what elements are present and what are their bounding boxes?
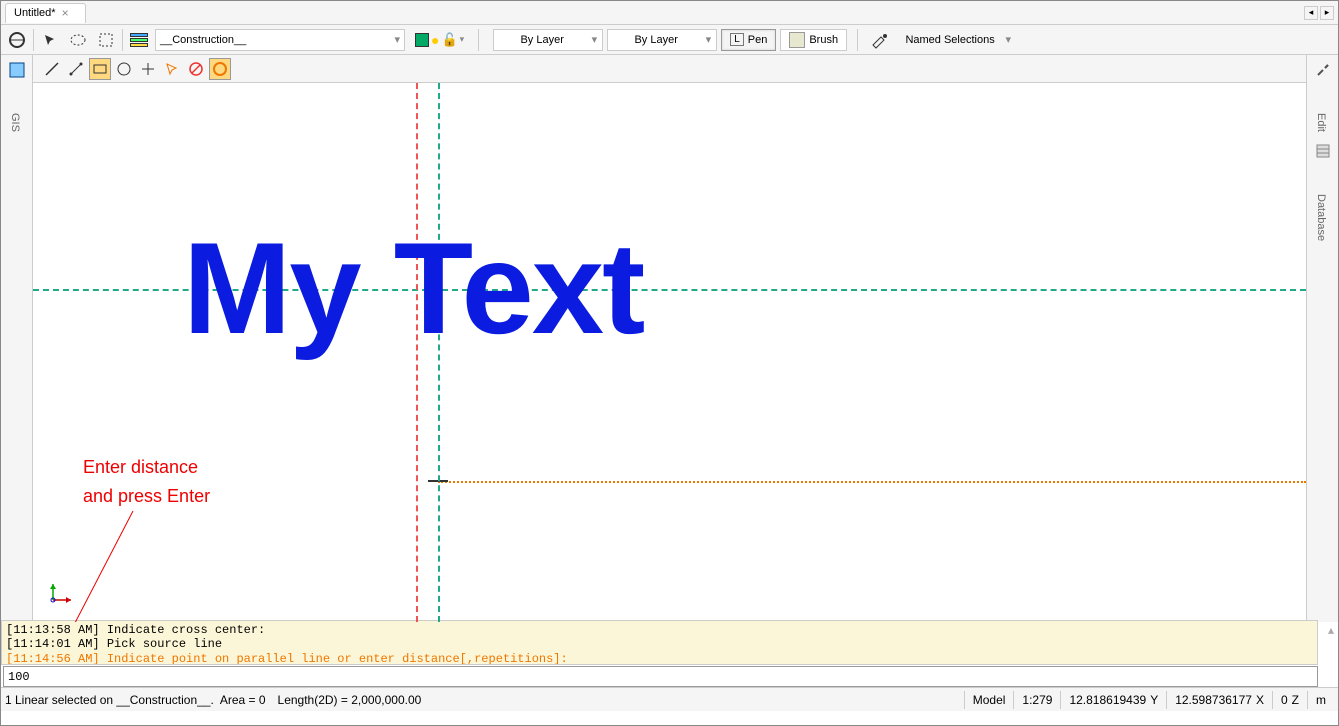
circle-tool-button[interactable] <box>113 58 135 80</box>
pointer-icon <box>43 33 57 47</box>
status-model[interactable]: Model <box>964 691 1014 709</box>
layers-button[interactable] <box>127 28 151 52</box>
cross-icon <box>140 61 156 77</box>
status-units: m <box>1307 691 1334 709</box>
fill-circle-button[interactable] <box>209 58 231 80</box>
pen-button[interactable]: L Pen <box>721 29 776 51</box>
document-tab-bar: Untitled* × ◂ ▸ <box>1 1 1338 25</box>
linestyle-dropdown[interactable]: By Layer <box>493 29 603 51</box>
line-tool-button[interactable] <box>41 58 63 80</box>
gis-panel-button[interactable] <box>6 59 28 81</box>
layer-dropdown[interactable]: __Construction__ <box>155 29 405 51</box>
main-toolbar: __Construction__ ● 🔓 ▾ By Layer By Layer… <box>1 25 1338 55</box>
log-scroll-up[interactable]: ▴ <box>1328 623 1334 637</box>
command-input-wrapper <box>3 666 1318 687</box>
gis-icon <box>8 61 26 79</box>
log-msg-1: Indicate cross center: <box>107 623 265 637</box>
right-side-panel: Edit Database <box>1306 55 1338 622</box>
status-selection: 1 Linear selected on __Construction__. <box>5 693 214 707</box>
log-time-3: [11:14:56 AM] <box>6 652 100 665</box>
layer-color-swatch[interactable] <box>415 33 429 47</box>
edit-panel-button[interactable] <box>1312 59 1334 81</box>
annotation-line1: Enter distance <box>83 453 210 482</box>
canvas-text-object[interactable]: My Text <box>183 213 643 363</box>
no-symbol-button[interactable] <box>185 58 207 80</box>
log-time-1: [11:13:58 AM] <box>6 623 100 637</box>
line-segment-icon <box>68 61 84 77</box>
command-log: [11:13:58 AM] Indicate cross center: [11… <box>1 620 1318 665</box>
brush-button[interactable]: Brush <box>780 29 847 51</box>
ellipse-dashed-icon <box>70 33 86 47</box>
rectangle-tool-button[interactable] <box>89 58 111 80</box>
no-symbol-icon <box>188 61 204 77</box>
layer-name-label: __Construction__ <box>160 34 246 46</box>
status-z-val: 0 <box>1281 693 1288 707</box>
status-scale[interactable]: 1:279 <box>1013 691 1060 709</box>
document-tab[interactable]: Untitled* × <box>5 3 86 23</box>
status-coord-x-lbl: X <box>1256 693 1264 707</box>
ring-icon <box>8 31 26 49</box>
eyedropper-button[interactable] <box>868 28 892 52</box>
log-time-2: [11:14:01 AM] <box>6 637 100 651</box>
log-msg-3: Indicate point on parallel line or enter… <box>107 652 568 665</box>
line-segment-button[interactable] <box>65 58 87 80</box>
document-tab-title: Untitled* <box>14 7 56 19</box>
named-selections-dropdown[interactable]: Named Selections <box>896 29 1016 51</box>
eyedropper-icon <box>871 33 889 47</box>
gis-panel-label[interactable]: GIS <box>1 85 29 136</box>
command-input[interactable] <box>4 670 1317 684</box>
drawing-canvas[interactable]: My Text Enter distance and press Enter <box>33 83 1306 622</box>
brush-swatch-icon <box>789 32 805 48</box>
rect-dashed-icon <box>99 33 113 47</box>
database-panel-label[interactable]: Database <box>1307 166 1335 245</box>
lock-icon[interactable]: 🔓 <box>441 32 457 48</box>
grid-icon <box>1315 143 1331 159</box>
status-z-lbl: Z <box>1292 693 1299 707</box>
status-area: Area = 0 <box>220 693 266 707</box>
cross-tool-button[interactable] <box>137 58 159 80</box>
status-length: Length(2D) = 2,000,000.00 <box>278 693 422 707</box>
lineweight-label: By Layer <box>634 34 677 46</box>
close-icon[interactable]: × <box>62 6 69 20</box>
circle-icon <box>116 61 132 77</box>
chevron-down-icon[interactable]: ▾ <box>460 34 465 45</box>
database-panel-button[interactable] <box>1312 140 1334 162</box>
pointer-tool-button[interactable] <box>38 28 62 52</box>
linestyle-label: By Layer <box>520 34 563 46</box>
tab-prev-button[interactable]: ◂ <box>1304 6 1318 20</box>
status-bar: 1 Linear selected on __Construction__. A… <box>1 687 1338 711</box>
pen-label: Pen <box>748 34 768 46</box>
draw-toolbar <box>1 55 1338 83</box>
lineweight-dropdown[interactable]: By Layer <box>607 29 717 51</box>
globe-tool-button[interactable] <box>5 28 29 52</box>
tools-icon <box>1315 62 1331 78</box>
ellipse-select-button[interactable] <box>66 28 90 52</box>
left-side-panel: GIS <box>1 55 33 622</box>
fill-circle-icon <box>212 61 228 77</box>
parallel-preview-line <box>438 481 1306 483</box>
named-selections-label: Named Selections <box>905 34 994 46</box>
rectangle-icon <box>92 61 108 77</box>
edit-panel-label[interactable]: Edit <box>1307 85 1335 136</box>
pen-prefix: L <box>730 33 744 46</box>
tab-next-button[interactable]: ▸ <box>1320 6 1334 20</box>
cursor-measure-button[interactable] <box>161 58 183 80</box>
annotation-arrow <box>53 481 153 622</box>
line-icon <box>44 61 60 77</box>
bulb-icon[interactable]: ● <box>431 32 439 48</box>
layers-icon <box>130 33 148 47</box>
status-coord-x-val: 12.818619439 <box>1069 693 1146 707</box>
status-coord-y-val: 12.598736177 <box>1175 693 1252 707</box>
status-coord-y-lbl: Y <box>1150 693 1158 707</box>
rect-select-button[interactable] <box>94 28 118 52</box>
measure-icon <box>164 61 180 77</box>
log-msg-2: Pick source line <box>107 637 222 651</box>
brush-label: Brush <box>809 34 838 46</box>
